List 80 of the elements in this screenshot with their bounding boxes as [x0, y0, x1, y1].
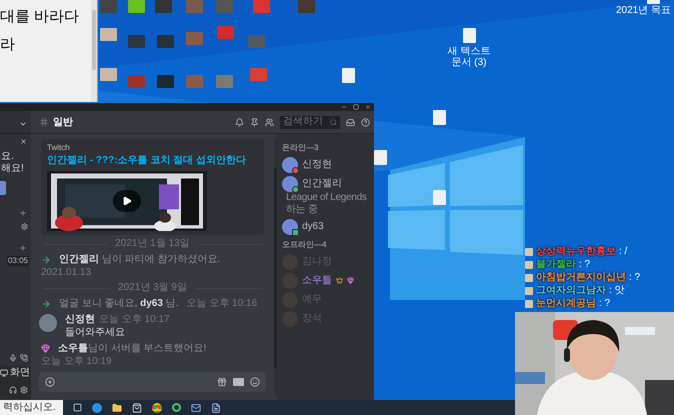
message-text: 들어와주세요: [65, 326, 126, 339]
member-name[interactable]: 신정현: [302, 158, 332, 170]
message-input[interactable]: [39, 372, 266, 392]
chat-message: : 앗: [609, 285, 625, 297]
member-group-heading: 오프라인—4: [282, 239, 328, 251]
chat-username: 상상력뉴우한흉보: [536, 246, 616, 258]
add-icon[interactable]: [45, 377, 55, 387]
chat-message: : /: [619, 246, 628, 258]
phone-icon[interactable]: [20, 354, 28, 362]
member-name[interactable]: 소우틀: [302, 274, 332, 286]
browser-icon[interactable]: [92, 402, 102, 412]
document-text: 라: [0, 36, 16, 54]
store-icon[interactable]: [132, 402, 142, 412]
browser-icon[interactable]: [152, 402, 162, 412]
microphone-icon[interactable]: [9, 354, 17, 362]
member-name[interactable]: 인간젤리: [302, 178, 342, 190]
close-icon[interactable]: [20, 138, 27, 145]
timestamp: 오늘 오후 10:16: [186, 297, 258, 310]
search-icon: [330, 118, 337, 126]
notice-text: 요.: [1, 151, 15, 163]
chat-username: 불가젤라: [536, 259, 576, 271]
emoji-icon[interactable]: [250, 377, 260, 387]
timestamp: 오늘 오후 10:17: [99, 313, 170, 326]
embed-provider: Twitch: [47, 143, 71, 153]
timestamp: 2021.01.13: [41, 266, 92, 279]
channel-name: 일반: [53, 116, 73, 130]
inbox-icon[interactable]: [346, 118, 355, 126]
bell-icon[interactable]: [235, 118, 244, 126]
add-icon[interactable]: [19, 209, 27, 217]
timestamp: 오늘 오후 10:19: [41, 355, 112, 368]
document-text: 대를 바라다: [0, 8, 80, 26]
play-button[interactable]: [113, 190, 141, 212]
date-divider: 2021년 3월 9일: [118, 282, 187, 294]
embed-title-link[interactable]: 인간젤리 - ???:소우틀 코치 절대 섭외안한다: [47, 155, 258, 167]
folder-icon[interactable]: [112, 402, 122, 412]
help-icon[interactable]: [361, 118, 370, 126]
arrow-icon: [41, 254, 51, 264]
arrow-icon: [41, 298, 51, 308]
mail-icon[interactable]: [191, 402, 201, 412]
add-icon[interactable]: [19, 244, 27, 252]
member-name[interactable]: dy63: [302, 220, 324, 232]
chat-message: : ?: [599, 298, 610, 310]
member-group-heading: 온라인—3: [282, 142, 320, 154]
author-name[interactable]: 신정현: [65, 313, 95, 326]
headphones-icon[interactable]: [9, 386, 17, 394]
maximize-icon[interactable]: [353, 104, 359, 110]
boost-icon: [347, 277, 354, 284]
notes-icon[interactable]: [211, 402, 221, 412]
system-message: 얼굴 보니 좋네요, dy63 님.: [59, 297, 178, 310]
chat-message: : ?: [579, 259, 590, 271]
settings-icon[interactable]: [21, 223, 28, 230]
task-view-icon[interactable]: [73, 403, 82, 412]
crown-icon: [336, 277, 343, 284]
close-icon[interactable]: [365, 104, 371, 110]
chat-username: 그여자의그남자: [536, 285, 606, 297]
date-divider: 2021년 1월 13일: [115, 238, 190, 250]
desktop-icon-label[interactable]: 2021년 목표: [616, 5, 671, 16]
monitor-icon: [0, 369, 8, 377]
chat-username: 아침밥거른지이십년: [536, 272, 626, 284]
pin-icon[interactable]: [250, 118, 259, 126]
boost-icon: [41, 344, 50, 353]
taskbar-search-field[interactable]: 력하십시오.: [0, 400, 63, 415]
system-message: 소우틀님이 서버를 부스트했어요!: [58, 342, 206, 355]
chat-message: : ?: [629, 272, 640, 284]
member-activity: League of Legends 하는 중: [285, 192, 368, 216]
system-message: 인간젤리 님이 파티에 참가하셨어요.: [59, 253, 220, 266]
hash-icon: [39, 117, 49, 127]
search-field[interactable]: 검색하기: [280, 116, 340, 128]
screen-share-button[interactable]: 화면: [0, 366, 31, 380]
app-icon[interactable]: [172, 403, 181, 412]
settings-icon[interactable]: [20, 386, 28, 394]
members-icon[interactable]: [265, 118, 274, 126]
avatar: [39, 314, 57, 332]
timer-text: 03:05: [6, 256, 29, 266]
minimize-icon[interactable]: [341, 104, 347, 110]
play-icon: [122, 196, 132, 206]
desktop-icon-label[interactable]: 새 텍스트 문서 (3): [444, 46, 494, 68]
chat-username: 눈먼시계공님: [536, 298, 596, 310]
gift-icon[interactable]: [217, 377, 227, 387]
notice-text: 해요!: [1, 163, 25, 175]
